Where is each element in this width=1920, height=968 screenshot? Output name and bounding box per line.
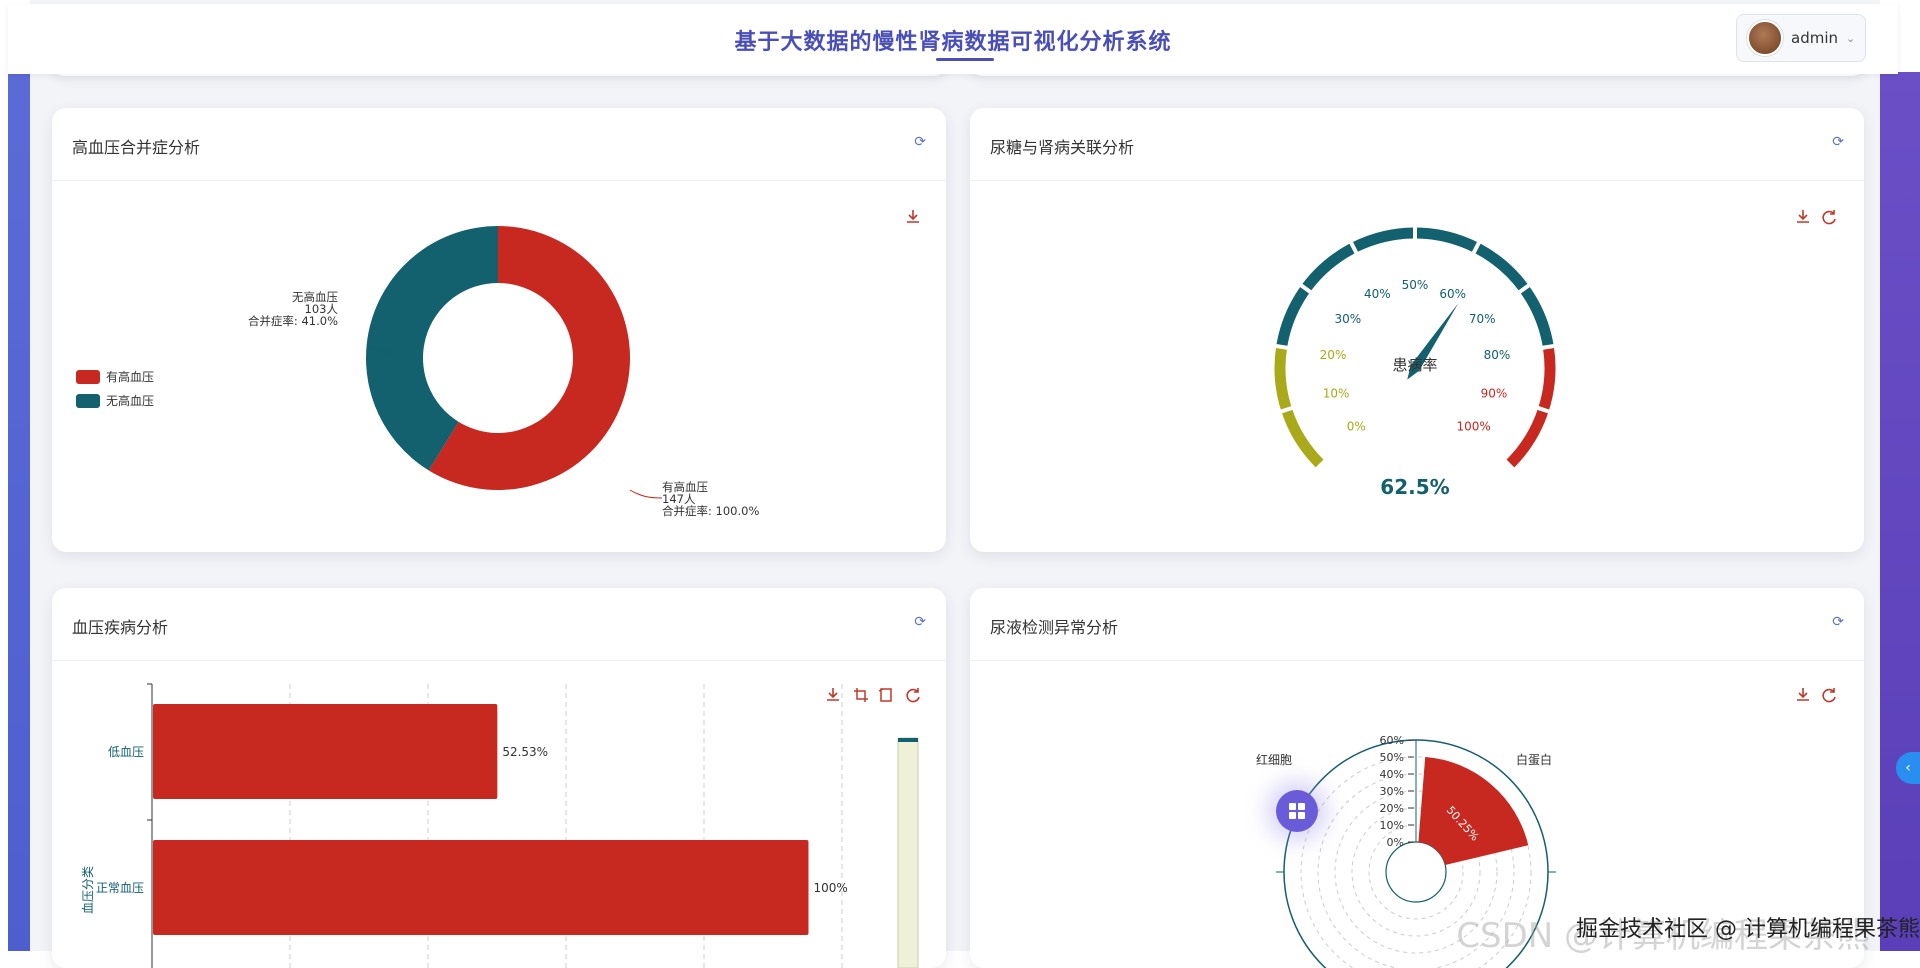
bar-value-label: 52.53% <box>502 745 548 759</box>
axis-title: 血压分类 <box>81 866 95 914</box>
radial-tick-label: 50% <box>1380 751 1404 764</box>
title-underline <box>936 58 994 61</box>
card-header: 尿液检测异常分析 ⟳ <box>970 588 1864 661</box>
chevron-down-icon: ⌄ <box>1846 31 1856 45</box>
gauge-tick-label: 10% <box>1323 387 1350 401</box>
refresh-icon[interactable]: ⟳ <box>914 134 926 150</box>
category-label: 白蛋白 <box>1516 752 1552 767</box>
card-title: 高血压合并症分析 <box>72 138 201 157</box>
gauge-tick-label: 50% <box>1402 278 1429 292</box>
bar <box>153 704 498 799</box>
grid-icon <box>1289 803 1305 819</box>
radial-tick-label: 40% <box>1380 768 1404 781</box>
gauge-tick-label: 40% <box>1364 287 1391 301</box>
card-header: 尿糖与肾病关联分析 ⟳ <box>970 108 1864 181</box>
card-title: 尿液检测异常分析 <box>990 618 1119 637</box>
left-edge <box>0 0 30 951</box>
left-sidebar-strip <box>8 72 30 951</box>
gauge-tick-label: 70% <box>1469 312 1496 326</box>
radial-tick-label: 0% <box>1387 836 1404 849</box>
grid-menu-button[interactable] <box>1276 790 1318 832</box>
gauge-tick-label: 80% <box>1484 348 1511 362</box>
bar <box>153 840 809 935</box>
header-bar: 基于大数据的慢性肾病数据可视化分析系统 admin ⌄ <box>8 4 1898 74</box>
watermark: 掘金技术社区 @ 计算机编程果茶熊 <box>1576 917 1920 942</box>
avatar[interactable] <box>1747 20 1783 56</box>
gauge-tick-label: 0% <box>1347 420 1366 434</box>
gauge-tick-label: 60% <box>1439 287 1466 301</box>
right-sidebar-strip <box>1880 72 1920 951</box>
gauge-chart: 0% 10% 20% 30%40% 50% 60%70% 80% 90% 100% 患病率 62… <box>1274 226 1556 499</box>
card-hypertension: 高血压合并症分析 ⟳ 有高血压 无高血压 无高血压 103人 合并症率: 41.… <box>52 108 946 552</box>
label-leader-line <box>629 489 663 499</box>
gauge-band <box>1506 346 1556 468</box>
card-header: 血压疾病分析 ⟳ <box>52 588 946 661</box>
radial-tick-label: 60% <box>1380 734 1404 747</box>
refresh-icon[interactable]: ⟳ <box>1832 614 1844 630</box>
datazoom-slider[interactable] <box>897 737 919 968</box>
card-bp-disease: 血压疾病分析 ⟳ 52.53% 低血压 100% 正常血压 血压分类 <box>52 588 946 968</box>
category-tick-label: 低血压 <box>108 745 144 759</box>
gauge-split <box>1274 343 1289 350</box>
polar-inner-ring <box>1385 841 1447 903</box>
radial-tick-label: 10% <box>1380 819 1404 832</box>
gauge-tick-label: 20% <box>1320 348 1347 362</box>
gauge-tick-label: 100% <box>1457 420 1491 434</box>
category-label: 红细胞 <box>1256 752 1292 767</box>
chevron-left-icon[interactable]: ‹ <box>1896 752 1920 784</box>
gauge-value: 62.5% <box>1380 475 1449 499</box>
label-yes-rate: 合并症率: 100.0% <box>662 504 759 518</box>
gauge-split <box>1541 343 1556 350</box>
bar-chart: 52.53% 低血压 100% 正常血压 血压分类 <box>81 683 919 968</box>
card-header: 高血压合并症分析 ⟳ <box>52 108 946 181</box>
card-title: 血压疾病分析 <box>72 618 169 637</box>
radial-tick-label: 30% <box>1380 785 1404 798</box>
datazoom-handle[interactable] <box>898 738 918 742</box>
label-no-rate: 合并症率: 41.0% <box>248 314 338 328</box>
user-menu[interactable]: admin ⌄ <box>1736 14 1866 62</box>
gauge-tick-label: 30% <box>1335 312 1362 326</box>
user-name: admin <box>1791 29 1838 47</box>
gauge-name: 患病率 <box>1392 356 1437 374</box>
card-title: 尿糖与肾病关联分析 <box>990 138 1135 157</box>
bar-value-label: 100% <box>814 881 848 895</box>
gauge-band <box>1274 346 1324 468</box>
refresh-icon[interactable]: ⟳ <box>914 614 926 630</box>
donut-chart: 无高血压 103人 合并症率: 41.0% 有高血压 147人 合并症率: 10… <box>248 226 759 518</box>
radial-tick-label: 20% <box>1380 802 1404 815</box>
page-title: 基于大数据的慢性肾病数据可视化分析系统 <box>734 30 1172 55</box>
refresh-icon[interactable]: ⟳ <box>1832 134 1844 150</box>
gauge-tick-label: 90% <box>1481 387 1508 401</box>
category-tick-label: 正常血压 <box>96 881 144 895</box>
card-glucose: 尿糖与肾病关联分析 ⟳ 0% 10% 20% 30% 40% 50% 60% 70% 80% 90… <box>970 108 1864 552</box>
